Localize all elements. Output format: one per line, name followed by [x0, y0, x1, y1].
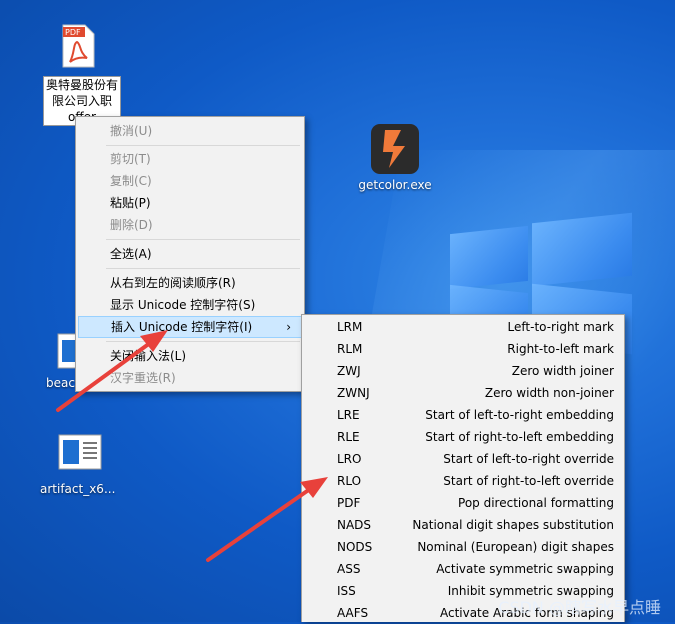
red-arrow-icon — [206, 477, 328, 562]
watermark: CSDN @瞎写水早点睡 — [498, 598, 661, 617]
red-arrow-icon — [56, 330, 168, 412]
annotation-arrows — [56, 330, 328, 562]
